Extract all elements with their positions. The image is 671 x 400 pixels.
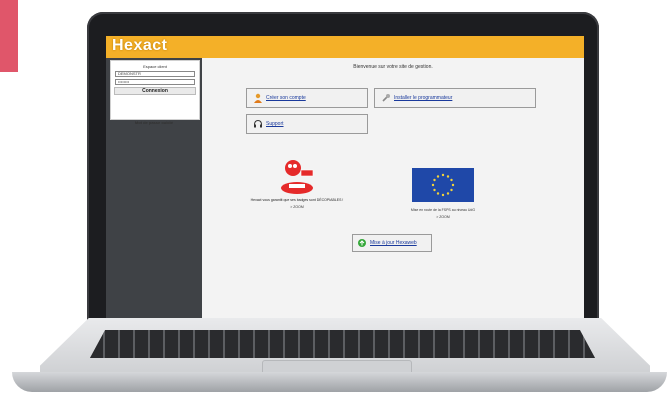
eu-flag-icon[interactable]	[412, 168, 474, 202]
support-button[interactable]: Support	[246, 114, 368, 134]
laptop-screen: Hexact Espace client DEMONSTR •••••••• C…	[106, 36, 584, 318]
login-box: Espace client DEMONSTR •••••••• Connexio…	[110, 60, 200, 120]
app-header: Hexact	[106, 36, 584, 58]
install-programmer-label: Installer le programmateur	[394, 95, 453, 101]
create-account-button[interactable]: Créer son compte	[246, 88, 368, 108]
forgot-password-link[interactable]: Mot de passe oublié	[110, 120, 198, 125]
eu-block: Mise en route de la FSPS au niveau UdG >…	[388, 168, 498, 219]
sidebar: Espace client DEMONSTR •••••••• Connexio…	[106, 58, 202, 318]
stop-copy-caption: Hexact vous garantit que ses badges sont…	[250, 198, 344, 202]
hexact-logo[interactable]: Hexact	[112, 37, 167, 55]
stop-copy-block: Hexact vous garantit que ses badges sont…	[242, 156, 352, 209]
support-label: Support	[266, 121, 284, 127]
login-title: Espace client	[143, 64, 167, 69]
eu-caption: Mise en route de la FSPS au niveau UdG	[410, 208, 476, 212]
eu-zoom-link[interactable]: > ZOOM	[388, 215, 498, 219]
pink-accent-bar	[0, 0, 18, 72]
welcome-text: Bienvenue sur votre site de gestion.	[353, 64, 433, 70]
refresh-icon	[357, 238, 367, 248]
wrench-icon	[381, 93, 391, 103]
create-account-label: Créer son compte	[266, 95, 306, 101]
update-hexaweb-label: Mise à jour Hexaweb	[370, 240, 417, 246]
user-icon	[253, 93, 263, 103]
main-content: Bienvenue sur votre site de gestion. Cré…	[202, 58, 584, 318]
username-field[interactable]: DEMONSTR	[115, 71, 195, 77]
install-programmer-button[interactable]: Installer le programmateur	[374, 88, 536, 108]
stop-copy-mascot-icon[interactable]	[277, 156, 317, 196]
stop-zoom-link[interactable]: > ZOOM	[242, 205, 352, 209]
update-hexaweb-button[interactable]: Mise à jour Hexaweb	[352, 234, 432, 252]
login-button[interactable]: Connexion	[114, 87, 196, 95]
laptop-base-edge	[12, 372, 667, 392]
laptop-keyboard	[90, 330, 595, 358]
password-field[interactable]: ••••••••	[115, 79, 195, 85]
headset-icon	[253, 119, 263, 129]
